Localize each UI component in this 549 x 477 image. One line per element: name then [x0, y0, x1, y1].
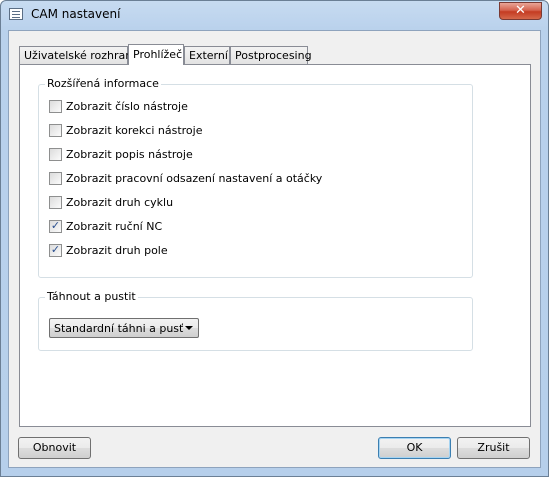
tab-postprocessing[interactable]: Postprocesing	[230, 46, 312, 64]
dialog-window: CAM nastavení ✕ Uživatelské rozhraní Pro…	[0, 0, 549, 477]
checkmark-icon: ✓	[50, 243, 61, 256]
drag-drop-title: Táhnout a pustit	[45, 290, 138, 303]
reset-button[interactable]: Obnovit	[18, 437, 91, 459]
extended-info-title: Rozšířená informace	[45, 77, 161, 90]
drag-drop-select-value: Standardní táhni a pusť	[54, 322, 184, 335]
checkbox-label: Zobrazit druh pole	[66, 244, 168, 257]
tab-user-interface[interactable]: Uživatelské rozhraní	[19, 46, 135, 64]
checkbox-label: Zobrazit číslo nástroje	[66, 100, 188, 113]
checkbox-label: Zobrazit druh cyklu	[66, 196, 174, 209]
tab-viewer[interactable]: Prohlížeč	[128, 44, 184, 65]
dialog-client-area: Uživatelské rozhraní Prohlížeč Externí P…	[8, 30, 541, 468]
checkbox[interactable]: ✓	[49, 219, 62, 233]
ok-button[interactable]: OK	[378, 437, 451, 459]
window-title: CAM nastavení	[31, 7, 121, 21]
checkmark-icon: ✓	[50, 219, 61, 232]
checkbox[interactable]	[49, 196, 62, 209]
chevron-down-icon	[185, 326, 193, 330]
cancel-button[interactable]: Zrušit	[457, 437, 530, 459]
checkbox[interactable]	[49, 124, 62, 137]
close-button[interactable]: ✕	[499, 2, 542, 20]
drag-drop-group: Táhnout a pustit Standardní táhni a pusť	[38, 290, 473, 351]
drag-drop-select[interactable]: Standardní táhni a pusť	[49, 318, 199, 338]
checkbox-label: Zobrazit popis nástroje	[66, 148, 193, 161]
checkbox[interactable]: ✓	[49, 243, 62, 257]
checkbox-label: Zobrazit ruční NC	[66, 220, 163, 233]
checkbox[interactable]	[49, 172, 62, 185]
checkbox[interactable]	[49, 148, 62, 161]
tab-external[interactable]: Externí	[184, 46, 230, 64]
checkbox[interactable]	[49, 100, 62, 113]
checkbox-label: Zobrazit korekci nástroje	[66, 124, 203, 137]
app-icon	[9, 8, 23, 20]
tab-panel-viewer: Rozšířená informace Zobrazit číslo nástr…	[19, 64, 531, 427]
title-bar[interactable]: CAM nastavení ✕	[1, 1, 548, 30]
checkbox-label: Zobrazit pracovní odsazení nastavení a o…	[66, 172, 323, 185]
close-icon: ✕	[515, 3, 526, 18]
extended-info-group: Rozšířená informace Zobrazit číslo nástr…	[38, 77, 473, 278]
